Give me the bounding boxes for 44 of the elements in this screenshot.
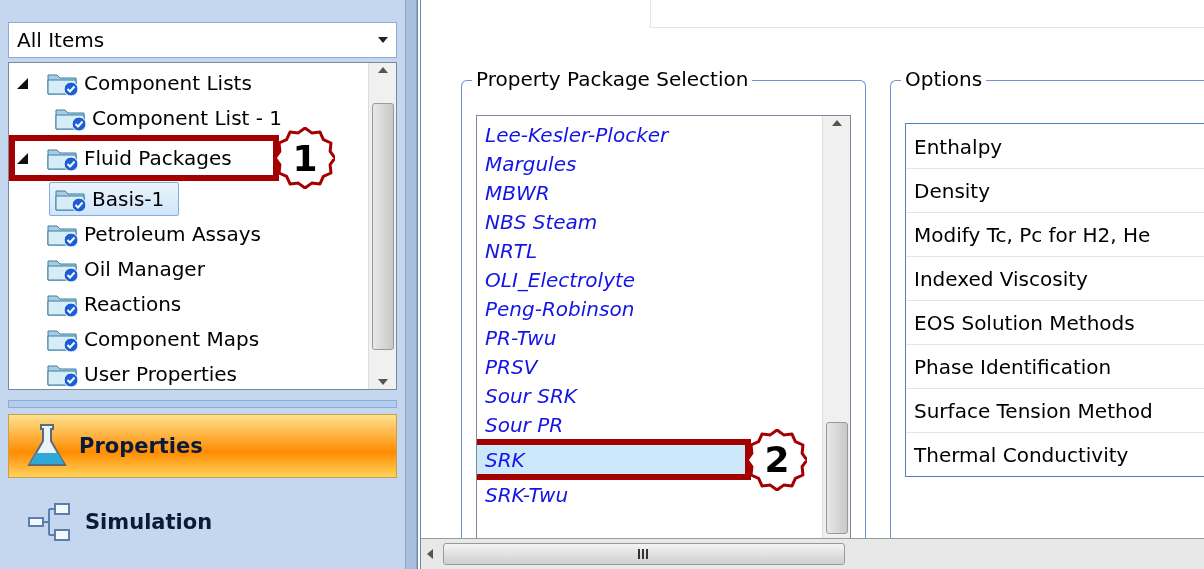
- list-item[interactable]: PRSV: [477, 352, 822, 381]
- option-item[interactable]: Phase Identification: [906, 344, 1204, 388]
- option-item[interactable]: EOS Solution Methods: [906, 300, 1204, 344]
- tree-item[interactable]: Basis-1: [49, 181, 180, 216]
- step-number-badge: 1: [275, 127, 335, 189]
- tree-item[interactable]: Petroleum Assays: [41, 216, 266, 251]
- collapse-arrow-icon[interactable]: [15, 151, 29, 165]
- list-item[interactable]: Margules: [477, 149, 822, 178]
- list-item[interactable]: Sour SRK: [477, 381, 822, 410]
- tree-item[interactable]: Reactions: [41, 286, 187, 321]
- flowsheet-icon: [27, 502, 73, 542]
- filter-dropdown[interactable]: All Items: [8, 22, 397, 58]
- scroll-left-arrow-icon[interactable]: [427, 549, 433, 559]
- nav-button[interactable]: Properties: [8, 414, 397, 478]
- option-item[interactable]: Density: [906, 168, 1204, 212]
- list-item[interactable]: NRTL: [477, 236, 822, 265]
- list-item[interactable]: PR-Twu: [477, 323, 822, 352]
- scroll-up-arrow-icon[interactable]: [831, 120, 842, 126]
- grip-icon: [637, 549, 651, 559]
- scroll-down-arrow-icon[interactable]: [377, 379, 388, 385]
- tree-item[interactable]: Component Lists: [41, 65, 257, 100]
- option-item[interactable]: Indexed Viscosity: [906, 256, 1204, 300]
- step-number-badge: 2: [747, 428, 807, 491]
- list-item[interactable]: OLI_Electrolyte: [477, 265, 822, 294]
- list-item[interactable]: SRK: [477, 445, 745, 474]
- list-item[interactable]: NBS Steam: [477, 207, 822, 236]
- option-item[interactable]: Thermal Conductivity: [906, 432, 1204, 476]
- scroll-up-arrow-icon[interactable]: [377, 67, 388, 73]
- flask-icon: [27, 423, 67, 469]
- scrollbar-thumb[interactable]: [443, 543, 845, 565]
- option-item[interactable]: Modify Tc, Pc for H2, He: [906, 212, 1204, 256]
- nav-button[interactable]: Simulation: [8, 490, 397, 554]
- option-item[interactable]: Surface Tension Method: [906, 388, 1204, 432]
- list-item[interactable]: MBWR: [477, 178, 822, 207]
- tree-item[interactable]: User Properties: [41, 356, 243, 389]
- scrollbar-thumb[interactable]: [825, 422, 848, 534]
- list-item[interactable]: Lee-Kesler-Plocker: [477, 120, 822, 149]
- tree-item[interactable]: Component Maps: [41, 321, 265, 356]
- scrollbar-thumb[interactable]: [371, 102, 394, 350]
- tree-item[interactable]: Fluid Packages: [41, 141, 237, 175]
- tree-item[interactable]: Oil Manager: [41, 251, 210, 286]
- list-item[interactable]: Peng-Robinson: [477, 294, 822, 323]
- dropdown-arrow-icon: [378, 37, 388, 43]
- option-item[interactable]: Enthalpy: [906, 124, 1204, 168]
